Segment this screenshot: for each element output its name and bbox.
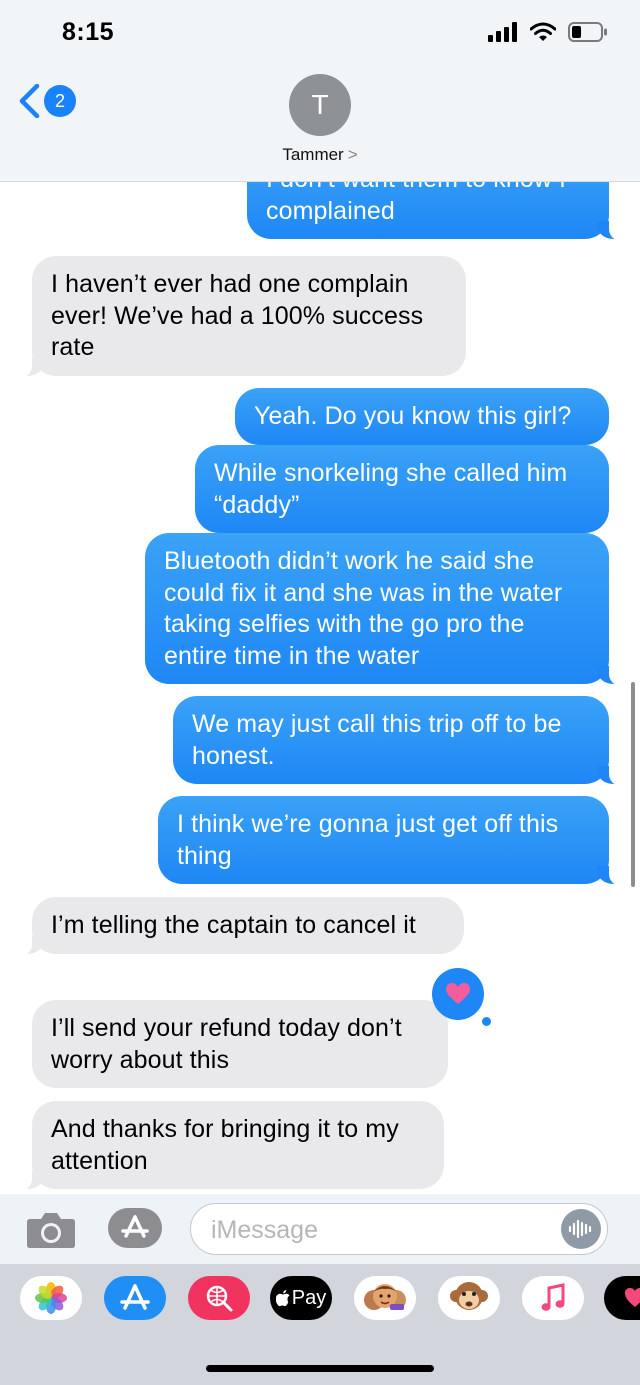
memoji-app[interactable] <box>354 1276 416 1320</box>
status-time: 8:15 <box>62 18 115 46</box>
apple-logo-icon <box>275 1289 290 1306</box>
music-note-icon <box>541 1283 565 1311</box>
status-icons <box>488 22 608 42</box>
received-message[interactable]: I haven’t ever had one complain ever! We… <box>10 256 466 377</box>
digital-touch-app[interactable] <box>604 1276 640 1320</box>
music-app[interactable] <box>522 1276 584 1320</box>
sent-message[interactable]: Bluetooth didn’t work he said she could … <box>145 533 631 686</box>
web-images-app[interactable] <box>188 1276 250 1320</box>
app-store-icon <box>121 1215 149 1238</box>
received-message[interactable]: I’m telling the captain to cancel it <box>10 897 464 955</box>
received-message[interactable]: And thanks for bringing it to my attenti… <box>10 1101 444 1191</box>
message-input[interactable]: iMessage <box>190 1203 608 1255</box>
battery-icon <box>568 22 607 42</box>
sent-message[interactable]: Yeah. Do you know this girl? <box>235 388 609 445</box>
memoji-icon <box>364 1284 406 1310</box>
app-store-app[interactable] <box>104 1276 166 1320</box>
heart-touch-icon <box>625 1288 640 1307</box>
wifi-icon <box>530 22 556 41</box>
search-globe-icon <box>206 1285 233 1312</box>
chevron-left-icon <box>19 84 40 118</box>
sent-message[interactable]: I think we’re gonna just get off this th… <box>158 796 631 886</box>
received-message[interactable]: I’ll send your refund today don’t worry … <box>32 1000 448 1088</box>
apple-pay-app[interactable]: Pay <box>270 1276 332 1320</box>
sent-message[interactable]: I don’t want them to know I complained <box>247 182 631 241</box>
chevron-right-icon: > <box>347 145 358 164</box>
message-thread[interactable]: I don’t want them to know I complained I… <box>0 182 640 1194</box>
compose-bar: iMessage <box>0 1194 640 1264</box>
cellular-signal-icon <box>488 22 517 42</box>
tapback-heart[interactable] <box>432 968 484 1020</box>
back-button[interactable]: 2 <box>18 84 76 118</box>
message-input-placeholder: iMessage <box>211 1216 318 1244</box>
contact-avatar[interactable]: T <box>289 74 351 136</box>
photos-icon <box>35 1282 67 1314</box>
monkey-icon <box>450 1282 488 1310</box>
animoji-app[interactable] <box>438 1276 500 1320</box>
heart-icon <box>446 983 470 1004</box>
unread-count-badge: 2 <box>44 85 76 117</box>
scrollbar[interactable] <box>631 682 635 887</box>
sent-message[interactable]: While snorkeling she called him “daddy” <box>195 445 609 533</box>
contact-name: Tammer <box>282 145 344 164</box>
audio-record-button[interactable] <box>561 1209 601 1249</box>
app-store-icon <box>120 1284 150 1310</box>
apple-pay-label: Pay <box>291 1286 327 1309</box>
camera-icon <box>27 1213 75 1248</box>
app-store-button[interactable] <box>108 1208 162 1248</box>
photos-app[interactable] <box>20 1276 82 1320</box>
camera-button[interactable] <box>26 1211 76 1254</box>
status-bar: 8:15 <box>0 0 640 70</box>
contact-name-button[interactable]: Tammer > <box>0 145 640 165</box>
sent-message[interactable]: We may just call this trip off to be hon… <box>173 696 631 786</box>
waveform-icon <box>568 1219 592 1239</box>
tapback-tail <box>482 1017 491 1026</box>
home-indicator[interactable] <box>206 1365 434 1372</box>
